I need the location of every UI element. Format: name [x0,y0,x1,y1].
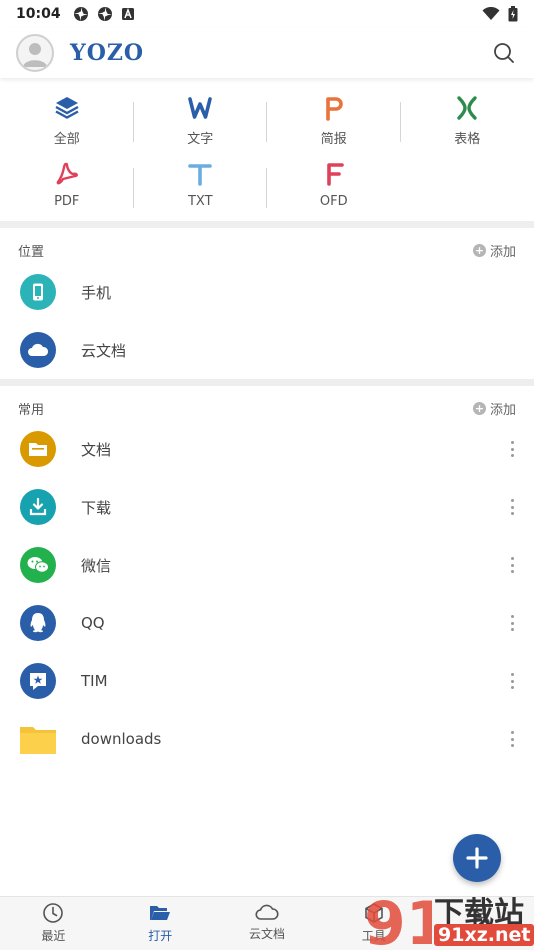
add-label: 添加 [489,402,516,418]
location-item-phone[interactable]: 手机 [0,263,534,321]
file-type-slides[interactable]: 简报 [267,92,401,158]
bottom-nav: 最近 打开 云文档 工具 我的 [0,896,534,950]
common-label: 文档 [81,440,112,459]
status-system-icons [482,6,518,22]
more-options-icon[interactable] [510,731,514,747]
more-options-icon[interactable] [510,441,514,457]
nav-item-recent[interactable]: 最近 [0,897,107,950]
file-type-label: TXT [187,194,213,209]
user-avatar-icon [23,43,47,67]
common-item-tim[interactable]: TIM [0,652,534,710]
nav-item-open[interactable]: 打开 [107,897,214,950]
user-icon [471,904,490,923]
common-header: 常用 + 添加 [0,395,534,421]
download-icon [20,489,56,525]
file-type-label: PDF [54,194,80,209]
app-notification-icon [73,7,88,21]
nav-item-cloud[interactable]: 云文档 [214,897,321,950]
location-item-cloud[interactable]: 云文档 [0,321,534,379]
add-common-button[interactable]: + 添加 [472,399,516,418]
common-item-wechat[interactable]: 微信 [0,536,534,594]
phone-icon [20,274,56,310]
avatar[interactable] [16,34,54,72]
app-notification-icon [97,7,112,21]
add-location-button[interactable]: + 添加 [472,241,516,260]
nav-item-tools[interactable]: 工具 [320,897,427,950]
file-type-ofd[interactable]: OFD [267,158,401,224]
file-type-label: 简报 [320,132,347,147]
cloud-outline-icon [255,904,279,920]
file-type-word[interactable]: 文字 [134,92,267,158]
section-title: 常用 [18,402,45,418]
status-notifications [73,6,135,22]
plus-circle-icon: + [472,401,486,415]
common-item-qq[interactable]: QQ [0,594,534,652]
x-icon [453,94,481,122]
status-time: 10:04 [16,6,61,22]
wifi-icon [482,7,500,20]
section-separator [0,379,534,386]
locations-header: 位置 + 添加 [0,237,534,263]
plus-icon [466,847,488,869]
brand-logo: YOZO [70,40,145,66]
common-item-downloads[interactable]: downloads [0,710,534,768]
more-options-icon[interactable] [510,557,514,573]
file-type-grid: 全部 文字 简报 表格 PDF TXT OFD [0,92,534,224]
more-options-icon[interactable] [510,615,514,631]
qq-icon [20,605,56,641]
nav-label: 云文档 [248,927,285,941]
app-header: YOZO [0,28,534,78]
toolbox-icon [364,903,383,923]
file-type-row: PDF TXT OFD [0,158,534,224]
add-fab-button[interactable] [453,834,501,882]
location-label: 云文档 [81,341,127,360]
pdf-icon [53,160,81,188]
search-icon [494,43,514,63]
common-label: downloads [81,730,162,748]
file-type-label: 表格 [454,132,481,147]
wechat-icon [20,547,56,583]
w-icon [186,94,214,122]
open-folder-icon [150,906,171,920]
file-type-txt[interactable]: TXT [134,158,267,224]
file-type-pdf[interactable]: PDF [0,158,134,224]
common-label: TIM [81,672,108,690]
tim-icon [20,663,56,699]
file-type-label: 全部 [53,132,80,147]
plus-circle-icon: + [472,243,486,257]
common-item-downloads-cn[interactable]: 下载 [0,478,534,536]
nav-label: 工具 [361,929,386,943]
layers-icon [53,94,81,122]
t-icon [186,160,214,188]
file-type-label: 文字 [187,132,214,147]
nav-label: 我的 [468,929,493,943]
location-label: 手机 [81,283,112,302]
a-notification-icon [121,7,134,20]
f-icon [320,160,348,188]
folder-icon [20,431,56,467]
section-separator [0,221,534,228]
file-type-sheet[interactable]: 表格 [401,92,534,158]
file-type-row: 全部 文字 简报 表格 [0,92,534,158]
more-options-icon[interactable] [510,673,514,689]
nav-label: 打开 [148,929,173,943]
search-button[interactable] [492,41,516,65]
common-label: 下载 [81,498,112,517]
folder-plain-icon [20,721,56,757]
file-type-all[interactable]: 全部 [0,92,134,158]
clock-icon [43,903,64,923]
common-item-documents[interactable]: 文档 [0,420,534,478]
nav-label: 最近 [41,929,66,943]
common-label: QQ [81,614,105,632]
cloud-icon [20,332,56,368]
nav-item-mine[interactable]: 我的 [427,897,534,950]
section-title: 位置 [18,244,45,260]
more-options-icon[interactable] [510,499,514,515]
file-type-label: OFD [319,194,348,209]
status-bar: 10:04 [0,0,534,28]
battery-icon [508,6,518,22]
common-label: 微信 [81,556,112,575]
add-label: 添加 [489,244,516,260]
p-icon [320,94,348,122]
